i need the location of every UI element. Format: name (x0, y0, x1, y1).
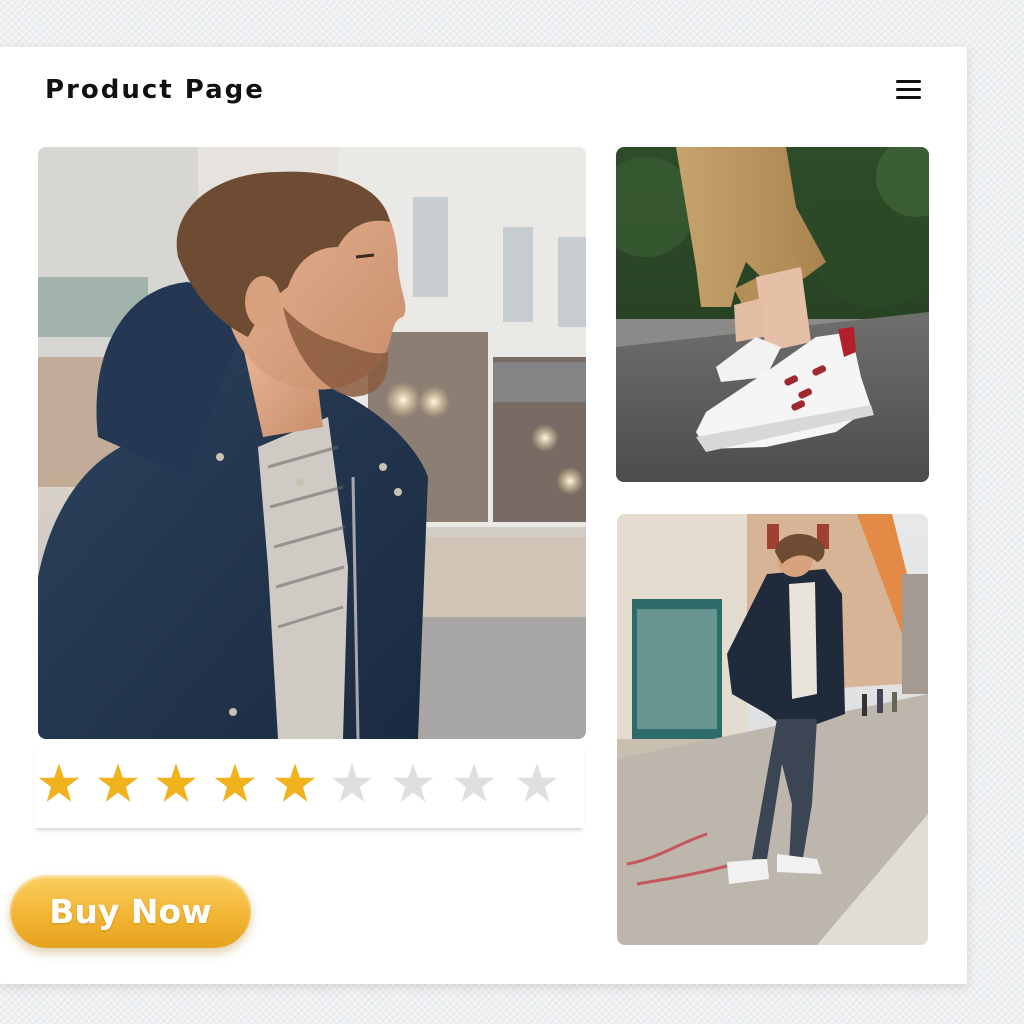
star-icon[interactable] (213, 761, 257, 805)
star-icon[interactable] (96, 761, 140, 805)
hamburger-menu-icon[interactable] (890, 75, 926, 105)
star-icon[interactable] (452, 761, 496, 805)
buy-now-button[interactable]: Buy Now (10, 875, 251, 948)
rating-panel (34, 742, 584, 828)
star-icon[interactable] (515, 761, 559, 805)
star-icon[interactable] (330, 761, 374, 805)
full-outfit-image[interactable] (617, 514, 928, 945)
star-icon[interactable] (37, 761, 81, 805)
page-title: Product Page (45, 75, 265, 105)
star-icon[interactable] (391, 761, 435, 805)
product-main-image[interactable] (38, 147, 586, 739)
star-icon[interactable] (154, 761, 198, 805)
shoe-closeup-image[interactable] (616, 147, 929, 482)
star-icon[interactable] (273, 761, 317, 805)
